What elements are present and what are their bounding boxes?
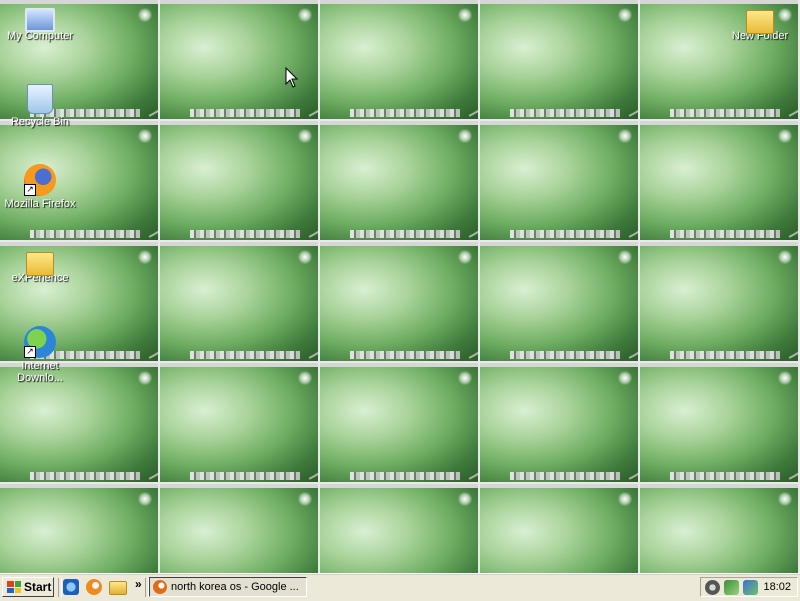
clock[interactable]: 18:02	[763, 581, 791, 593]
desktop-wallpaper	[0, 0, 800, 573]
wallpaper-tile	[480, 121, 640, 242]
mouse-pointer-icon	[285, 67, 299, 88]
shortcut-arrow-icon: ↗	[24, 184, 36, 196]
wallpaper-tile	[160, 242, 320, 363]
internet-download-manager-icon: ↗	[24, 326, 56, 358]
wallpaper-tile	[0, 484, 160, 573]
folder-icon	[26, 252, 54, 276]
wallpaper-tile	[160, 363, 320, 484]
firefox-icon: ↗	[24, 164, 56, 196]
windows-logo-icon	[7, 581, 21, 593]
shortcut-arrow-icon: ↗	[24, 346, 36, 358]
wallpaper-tile	[320, 484, 480, 573]
quick-launch-chevron[interactable]: »	[135, 577, 142, 591]
desktop-icon-new-folder[interactable]: New Folder	[722, 4, 798, 42]
taskbar-separator	[58, 578, 62, 597]
desktop-icon-label: Internet Downlo...	[17, 360, 63, 384]
wallpaper-tile	[320, 121, 480, 242]
speaker-icon[interactable]	[705, 579, 720, 595]
wallpaper-tile	[320, 242, 480, 363]
desktop-icon-my-computer[interactable]: My Computer	[2, 4, 78, 42]
firefox-icon	[153, 580, 167, 594]
wallpaper-tile	[480, 0, 640, 121]
wallpaper-tile	[480, 242, 640, 363]
taskbar-button-label: north korea os - Google ...	[171, 581, 299, 593]
wallpaper-tile	[640, 484, 800, 573]
wallpaper-tile	[640, 121, 800, 242]
firefox-icon[interactable]	[86, 579, 102, 595]
internet-explorer-icon[interactable]	[63, 579, 79, 595]
wallpaper-tile	[640, 242, 800, 363]
network-icon[interactable]	[724, 579, 739, 595]
desktop-icon-label: Recycle Bin	[10, 116, 70, 128]
computer-icon	[25, 8, 55, 32]
wallpaper-tile	[160, 0, 320, 121]
folder-icon[interactable]	[109, 581, 127, 595]
wallpaper-tile	[480, 484, 640, 573]
wallpaper-tile	[160, 484, 320, 573]
wallpaper-tile	[160, 121, 320, 242]
wallpaper-tile	[320, 363, 480, 484]
network-connection-icon[interactable]	[743, 579, 758, 595]
folder-icon	[746, 10, 774, 34]
desktop-icon-recycle-bin[interactable]: Recycle Bin	[2, 84, 78, 128]
start-label: Start	[24, 580, 52, 594]
wallpaper-tile	[320, 0, 480, 121]
wallpaper-tile	[640, 363, 800, 484]
recycle-bin-icon	[27, 84, 53, 114]
desktop-icon-firefox[interactable]: ↗ Mozilla Firefox	[2, 164, 78, 210]
taskbar-button-firefox-window[interactable]: north korea os - Google ...	[149, 577, 307, 597]
taskbar: Start » north korea os - Google ... 18:0…	[0, 573, 800, 601]
system-tray: 18:02	[700, 577, 798, 597]
start-button[interactable]: Start	[2, 577, 54, 597]
wallpaper-tile	[480, 363, 640, 484]
desktop-icon-internet-download-manager[interactable]: ↗ Internet Downlo...	[2, 326, 78, 384]
desktop-icon-experience[interactable]: eXPerience	[2, 246, 78, 284]
desktop-icon-label: Mozilla Firefox	[4, 198, 76, 210]
